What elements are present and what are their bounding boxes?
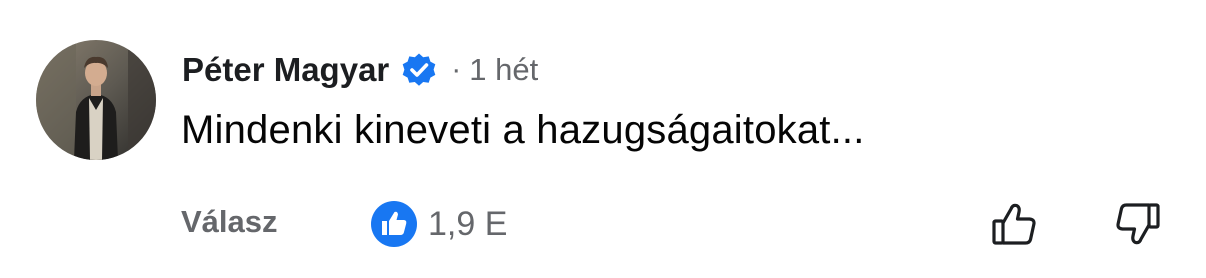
thumbs-up-icon[interactable]	[990, 199, 1040, 249]
thumbs-down-icon[interactable]	[1112, 199, 1162, 249]
author-name[interactable]: Péter Magyar	[182, 51, 389, 89]
reply-button[interactable]: Válasz	[181, 204, 278, 240]
comment-text: Mindenki kineveti a hazugságaitokat...	[181, 108, 865, 152]
like-icon	[370, 200, 418, 248]
comment: Péter Magyar · 1 hét Mindenki kineveti a…	[0, 0, 1206, 278]
reaction-count: 1,9 E	[428, 204, 508, 243]
timestamp[interactable]: 1 hét	[469, 52, 538, 88]
avatar[interactable]	[36, 40, 156, 160]
reaction-summary[interactable]: 1,9 E	[370, 200, 507, 248]
comment-header: Péter Magyar · 1 hét	[182, 46, 538, 94]
separator-dot: ·	[451, 53, 462, 86]
verified-badge-icon	[401, 52, 437, 88]
